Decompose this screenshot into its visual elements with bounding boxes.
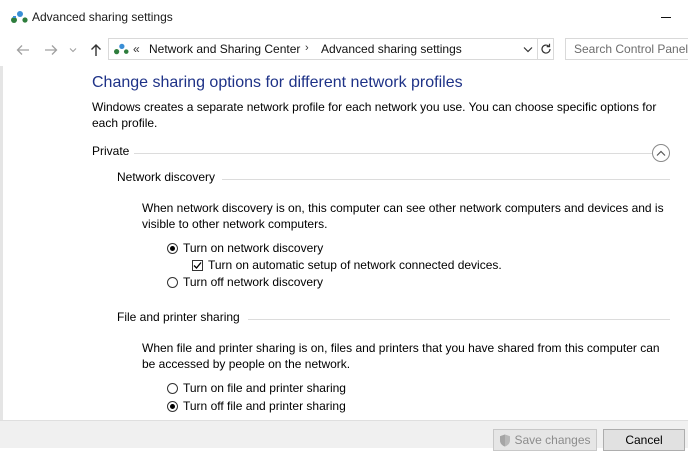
search-input[interactable]: Search Control Panel bbox=[565, 38, 688, 60]
chevron-down-icon bbox=[523, 46, 533, 52]
option-label: Turn off file and printer sharing bbox=[183, 399, 346, 413]
network-discovery-description: When network discovery is on, this compu… bbox=[142, 201, 664, 231]
search-placeholder: Search Control Panel bbox=[574, 42, 688, 56]
intro-text: Windows creates a separate network profi… bbox=[92, 100, 657, 130]
back-button[interactable] bbox=[13, 42, 33, 58]
section-divider bbox=[248, 319, 670, 320]
window-title: Advanced sharing settings bbox=[32, 10, 173, 24]
page-title: Change sharing options for different net… bbox=[92, 74, 463, 91]
automatic-setup-option[interactable]: Turn on automatic setup of network conne… bbox=[192, 258, 502, 272]
network-discovery-off-option[interactable]: Turn off network discovery bbox=[167, 275, 323, 289]
arrow-up-icon bbox=[91, 44, 101, 56]
section-divider bbox=[222, 179, 670, 180]
navigation-bar: « Network and Sharing Center › Advanced … bbox=[0, 34, 688, 66]
arrow-left-icon bbox=[16, 45, 29, 55]
up-button[interactable] bbox=[86, 42, 106, 58]
footer-bar: Save changes Cancel bbox=[0, 420, 688, 451]
arrow-right-icon bbox=[45, 45, 58, 55]
refresh-button[interactable] bbox=[537, 39, 554, 59]
address-dropdown-button[interactable] bbox=[521, 41, 535, 57]
network-sharing-icon bbox=[114, 43, 129, 55]
cancel-label: Cancel bbox=[625, 433, 663, 447]
option-label: Turn on automatic setup of network conne… bbox=[208, 258, 502, 272]
network-sharing-icon bbox=[11, 11, 28, 23]
section-title-file-and-printer-sharing: File and printer sharing bbox=[117, 310, 240, 324]
file-sharing-off-option[interactable]: Turn off file and printer sharing bbox=[167, 399, 346, 413]
minimize-button[interactable] bbox=[650, 0, 688, 34]
collapse-profile-button[interactable] bbox=[652, 144, 670, 162]
breadcrumb-network-and-sharing-center[interactable]: Network and Sharing Center bbox=[149, 42, 300, 56]
breadcrumb-overflow[interactable]: « bbox=[133, 42, 140, 56]
option-label: Turn off network discovery bbox=[183, 275, 324, 289]
file-sharing-on-option[interactable]: Turn on file and printer sharing bbox=[167, 381, 346, 395]
recent-locations-button[interactable] bbox=[66, 42, 80, 58]
checkmark-icon bbox=[193, 261, 202, 269]
title-bar: Advanced sharing settings bbox=[0, 0, 688, 34]
refresh-icon bbox=[541, 43, 551, 54]
save-changes-label: Save changes bbox=[514, 433, 591, 447]
profile-title-private: Private bbox=[92, 144, 130, 158]
checkbox[interactable] bbox=[192, 259, 203, 271]
uac-shield-icon bbox=[500, 434, 511, 446]
file-sharing-description: When file and printer sharing is on, fil… bbox=[142, 341, 660, 371]
forward-button[interactable] bbox=[41, 42, 61, 58]
address-bar[interactable]: « Network and Sharing Center › Advanced … bbox=[108, 38, 554, 60]
chevron-up-icon bbox=[656, 150, 666, 156]
radio-button[interactable] bbox=[167, 276, 178, 288]
breadcrumb-separator[interactable]: › bbox=[305, 42, 309, 54]
option-label: Turn on file and printer sharing bbox=[183, 381, 346, 395]
radio-button[interactable] bbox=[167, 242, 178, 254]
section-title-network-discovery: Network discovery bbox=[117, 170, 216, 184]
main-content: Change sharing options for different net… bbox=[0, 66, 688, 420]
chevron-down-icon bbox=[69, 48, 77, 53]
breadcrumb-advanced-sharing-settings[interactable]: Advanced sharing settings bbox=[321, 42, 462, 56]
radio-button[interactable] bbox=[167, 400, 178, 412]
radio-button[interactable] bbox=[167, 382, 178, 394]
profile-divider bbox=[134, 153, 652, 154]
option-label: Turn on network discovery bbox=[183, 241, 324, 255]
network-discovery-on-option[interactable]: Turn on network discovery bbox=[167, 241, 323, 255]
